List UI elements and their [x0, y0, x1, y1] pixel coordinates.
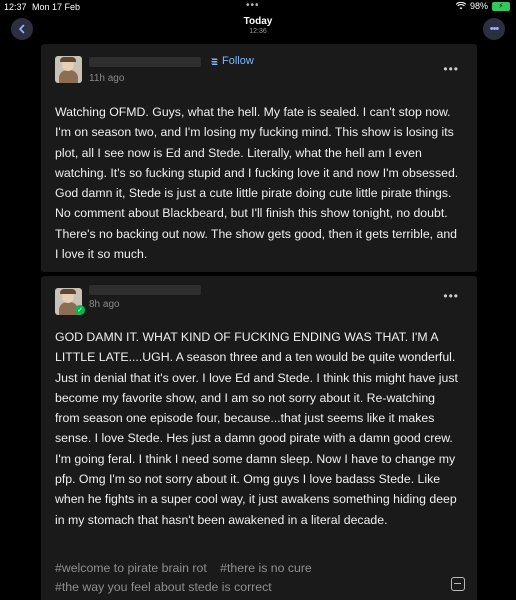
- follow-label: Follow: [222, 55, 254, 67]
- username-redacted[interactable]: [89, 285, 201, 295]
- tag-link[interactable]: #there is no cure: [220, 561, 312, 575]
- post-timestamp: 8h ago: [89, 299, 120, 310]
- multitasking-dots[interactable]: •••: [246, 0, 260, 11]
- follow-icon: [211, 58, 218, 65]
- title-block: Today 12:36: [0, 16, 516, 35]
- post-menu-button[interactable]: •••: [443, 62, 459, 76]
- status-right: 98% ⚡: [455, 1, 510, 11]
- post-menu-button[interactable]: •••: [443, 289, 459, 303]
- app-root: 12:37 Mon 17 Feb ••• 98% ⚡ Today 12:36 •…: [0, 0, 516, 600]
- status-time: 12:37: [4, 2, 27, 12]
- post-body: GOD DAMN IT. WHAT KIND OF FUCKING ENDING…: [55, 330, 458, 527]
- battery-percent: 98%: [469, 1, 488, 11]
- post-body: Watching OFMD. Guys, what the hell. My f…: [55, 105, 459, 262]
- scan-text-icon[interactable]: [451, 577, 465, 591]
- battery-icon: ⚡: [492, 1, 510, 11]
- status-bar: 12:37 Mon 17 Feb ••• 98% ⚡: [0, 0, 516, 14]
- tag-link[interactable]: #welcome to pirate brain rot: [55, 561, 207, 575]
- top-bar: Today 12:36 •••: [0, 14, 516, 42]
- more-icon: •••: [489, 23, 500, 35]
- post-timestamp: 11h ago: [89, 73, 125, 84]
- wifi-icon: [455, 2, 466, 10]
- status-date: Mon 17 Feb: [32, 2, 81, 12]
- page-subtitle: 12:36: [249, 28, 267, 35]
- follow-button[interactable]: Follow: [209, 55, 254, 67]
- avatar[interactable]: [55, 56, 82, 83]
- post-card: Follow 11h ago ••• Watching OFMD. Guys, …: [41, 44, 477, 272]
- username-redacted[interactable]: [89, 57, 201, 67]
- page-title: Today: [243, 16, 273, 27]
- post-tags: #welcome to pirate brain rot #there is n…: [55, 559, 437, 597]
- more-button[interactable]: •••: [483, 18, 505, 40]
- following-badge-icon: ✓: [75, 305, 85, 315]
- post-card: ✓ 8h ago ••• GOD DAMN IT. WHAT KIND OF F…: [41, 276, 477, 600]
- tag-link[interactable]: #the way you feel about stede is correct: [55, 580, 272, 594]
